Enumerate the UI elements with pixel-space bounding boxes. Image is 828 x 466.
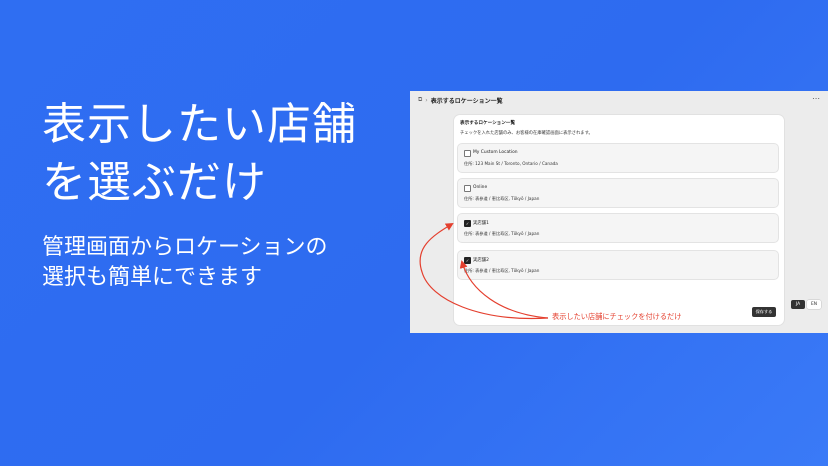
- annotation-label: 表示したい店舗にチェックを付けるだけ: [552, 312, 682, 321]
- arrow-to-store-1: [419, 222, 549, 320]
- arrow-to-store-2: [459, 260, 549, 319]
- annotation-arrows: [419, 222, 549, 320]
